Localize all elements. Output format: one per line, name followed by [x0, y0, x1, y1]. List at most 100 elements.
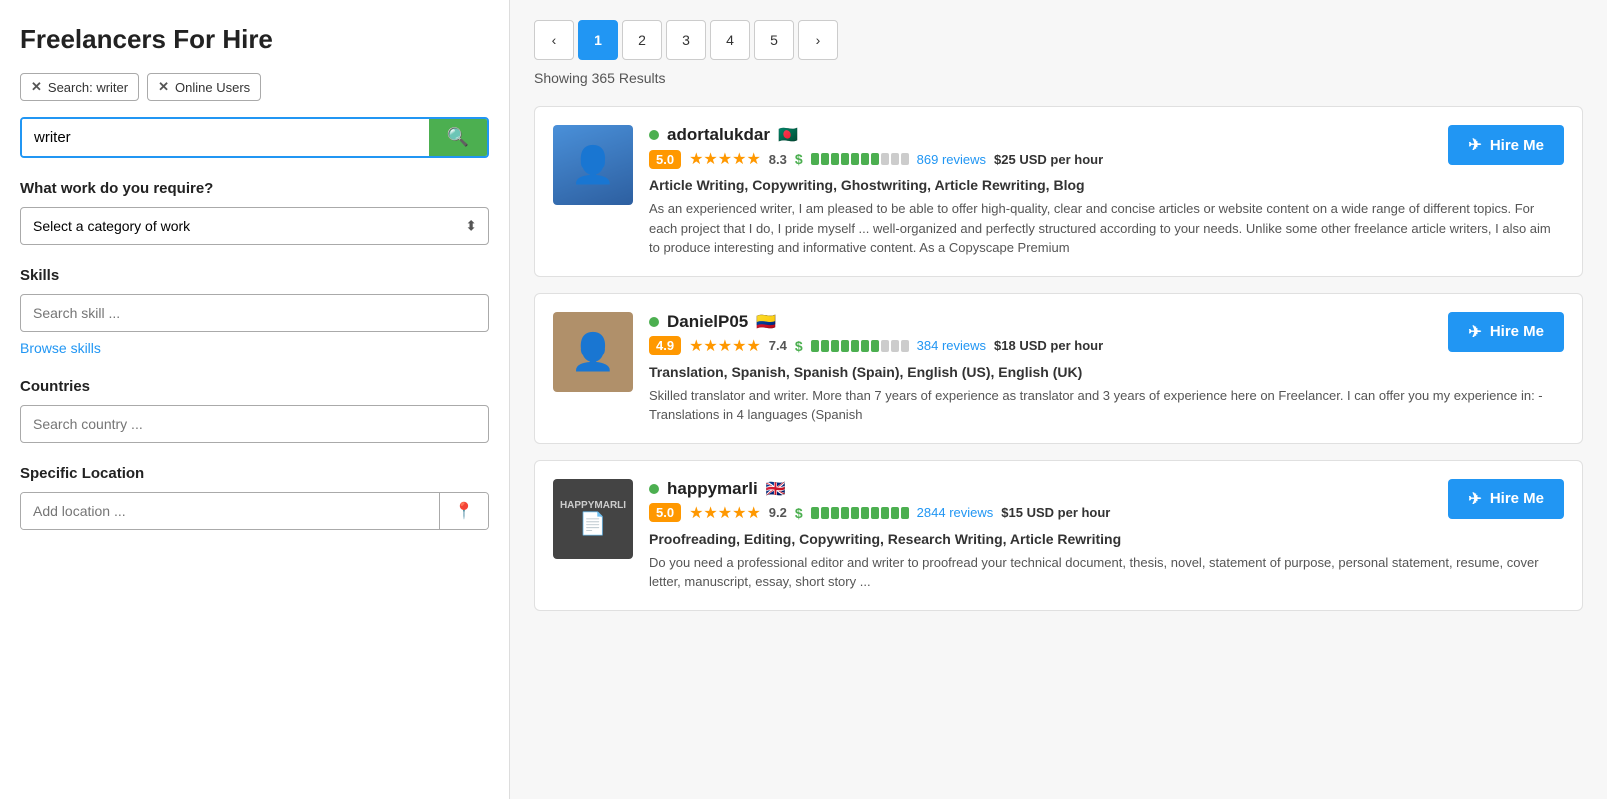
browse-skills-link[interactable]: Browse skills — [20, 340, 101, 356]
results-count: Showing 365 Results — [534, 70, 1583, 86]
avatar: HAPPYMARLI📄 — [553, 479, 633, 559]
hire-me-button-adortalukdar[interactable]: ✈ Hire Me — [1448, 125, 1564, 165]
bar-segment — [841, 153, 849, 165]
bird-icon: ✈ — [1468, 135, 1481, 155]
card-avatar-happymarli: HAPPYMARLI📄 — [553, 479, 633, 559]
bar-segment — [831, 340, 839, 352]
filter-tag-search[interactable]: ✕ Search: writer — [20, 73, 139, 101]
page-title: Freelancers For Hire — [20, 24, 489, 55]
card-body-happymarli: happymarli 🇬🇧 5.0 ★★★★★ 9.2 $ 2844 revie… — [649, 479, 1564, 592]
search-input[interactable] — [22, 119, 429, 156]
filter-tag-online-label: Online Users — [175, 80, 250, 95]
bar-segment — [881, 340, 889, 352]
hire-me-label: Hire Me — [1490, 137, 1544, 154]
hire-me-label: Hire Me — [1490, 323, 1544, 340]
dollar-icon: $ — [795, 505, 803, 521]
reviews-link[interactable]: 384 reviews — [917, 338, 986, 353]
remove-search-icon[interactable]: ✕ — [31, 79, 42, 95]
remove-online-icon[interactable]: ✕ — [158, 79, 169, 95]
bar-segment — [831, 153, 839, 165]
card-description: As an experienced writer, I am pleased t… — [649, 199, 1564, 258]
bar-segment — [831, 507, 839, 519]
bar-segment — [811, 340, 819, 352]
bar-segment — [821, 507, 829, 519]
reviews-link[interactable]: 2844 reviews — [917, 505, 994, 520]
skills-list: Proofreading, Editing, Copywriting, Rese… — [649, 531, 1564, 547]
flag-icon: 🇨🇴 — [756, 312, 776, 332]
rating-row: 5.0 ★★★★★ 8.3 $ 869 reviews $25 USD per … — [649, 149, 1564, 169]
filter-tag-online[interactable]: ✕ Online Users — [147, 73, 261, 101]
bar-segment — [881, 153, 889, 165]
earnings-bar — [811, 507, 909, 519]
price: $15 USD per hour — [1001, 505, 1110, 520]
freelancer-name: DanielP05 — [667, 312, 748, 332]
card-avatar-danielp05: 👤 — [553, 312, 633, 392]
card-description: Skilled translator and writer. More than… — [649, 386, 1564, 425]
bar-segment — [871, 340, 879, 352]
freelancer-card-danielp05: 👤 DanielP05 🇨🇴 4.9 ★★★★★ 7.4 $ 384 revie… — [534, 293, 1583, 444]
dollar-icon: $ — [795, 338, 803, 354]
bar-segment — [841, 340, 849, 352]
card-header: adortalukdar 🇧🇩 — [649, 125, 1564, 145]
filter-tags: ✕ Search: writer ✕ Online Users — [20, 73, 489, 101]
work-section-label: What work do you require? — [20, 180, 489, 197]
stars: ★★★★★ — [689, 336, 761, 356]
price: $18 USD per hour — [994, 338, 1103, 353]
avatar: 👤 — [553, 312, 633, 392]
earnings-bar — [811, 153, 909, 165]
bar-segment — [891, 507, 899, 519]
reviews-link[interactable]: 869 reviews — [917, 152, 986, 167]
pin-button[interactable]: 📍 — [439, 493, 488, 529]
category-select[interactable]: Select a category of work — [20, 207, 489, 245]
category-select-wrapper: Select a category of work ⬍ — [20, 207, 489, 245]
card-body-adortalukdar: adortalukdar 🇧🇩 5.0 ★★★★★ 8.3 $ 869 revi… — [649, 125, 1564, 258]
pagination-page-5[interactable]: 5 — [754, 20, 794, 60]
stars: ★★★★★ — [689, 149, 761, 169]
freelancer-card-happymarli: HAPPYMARLI📄 happymarli 🇬🇧 5.0 ★★★★★ 9.2 … — [534, 460, 1583, 611]
bar-segment — [901, 507, 909, 519]
pagination-page-1[interactable]: 1 — [578, 20, 618, 60]
pagination-prev[interactable]: ‹ — [534, 20, 574, 60]
skills-input[interactable] — [20, 294, 489, 332]
hire-me-button-danielp05[interactable]: ✈ Hire Me — [1448, 312, 1564, 352]
skills-list: Translation, Spanish, Spanish (Spain), E… — [649, 364, 1564, 380]
countries-section: Countries — [20, 378, 489, 443]
bar-segment — [821, 153, 829, 165]
skills-section: Skills Browse skills — [20, 267, 489, 356]
score: 7.4 — [769, 338, 787, 353]
flag-icon: 🇧🇩 — [778, 125, 798, 145]
bar-segment — [901, 340, 909, 352]
pagination-page-3[interactable]: 3 — [666, 20, 706, 60]
filter-tag-search-label: Search: writer — [48, 80, 128, 95]
hire-me-label: Hire Me — [1490, 490, 1544, 507]
country-input[interactable] — [20, 405, 489, 443]
location-input[interactable] — [21, 493, 439, 529]
bar-segment — [871, 507, 879, 519]
rating-row: 4.9 ★★★★★ 7.4 $ 384 reviews $18 USD per … — [649, 336, 1564, 356]
hire-me-button-happymarli[interactable]: ✈ Hire Me — [1448, 479, 1564, 519]
freelancer-list: 👤 adortalukdar 🇧🇩 5.0 ★★★★★ 8.3 $ 869 re… — [534, 106, 1583, 611]
score: 8.3 — [769, 152, 787, 167]
online-indicator — [649, 130, 659, 140]
bar-segment — [891, 153, 899, 165]
search-button[interactable]: 🔍 — [429, 119, 487, 156]
pagination-page-4[interactable]: 4 — [710, 20, 750, 60]
card-description: Do you need a professional editor and wr… — [649, 553, 1564, 592]
bar-segment — [891, 340, 899, 352]
pagination-next[interactable]: › — [798, 20, 838, 60]
bar-segment — [851, 507, 859, 519]
rating-badge: 5.0 — [649, 503, 681, 522]
skills-section-label: Skills — [20, 267, 489, 284]
bar-segment — [861, 507, 869, 519]
stars: ★★★★★ — [689, 503, 761, 523]
online-indicator — [649, 484, 659, 494]
score: 9.2 — [769, 505, 787, 520]
card-header: DanielP05 🇨🇴 — [649, 312, 1564, 332]
card-header: happymarli 🇬🇧 — [649, 479, 1564, 499]
rating-row: 5.0 ★★★★★ 9.2 $ 2844 reviews $15 USD per… — [649, 503, 1564, 523]
pagination-page-2[interactable]: 2 — [622, 20, 662, 60]
bar-segment — [851, 153, 859, 165]
dollar-icon: $ — [795, 151, 803, 167]
freelancer-card-adortalukdar: 👤 adortalukdar 🇧🇩 5.0 ★★★★★ 8.3 $ 869 re… — [534, 106, 1583, 277]
bar-segment — [861, 153, 869, 165]
